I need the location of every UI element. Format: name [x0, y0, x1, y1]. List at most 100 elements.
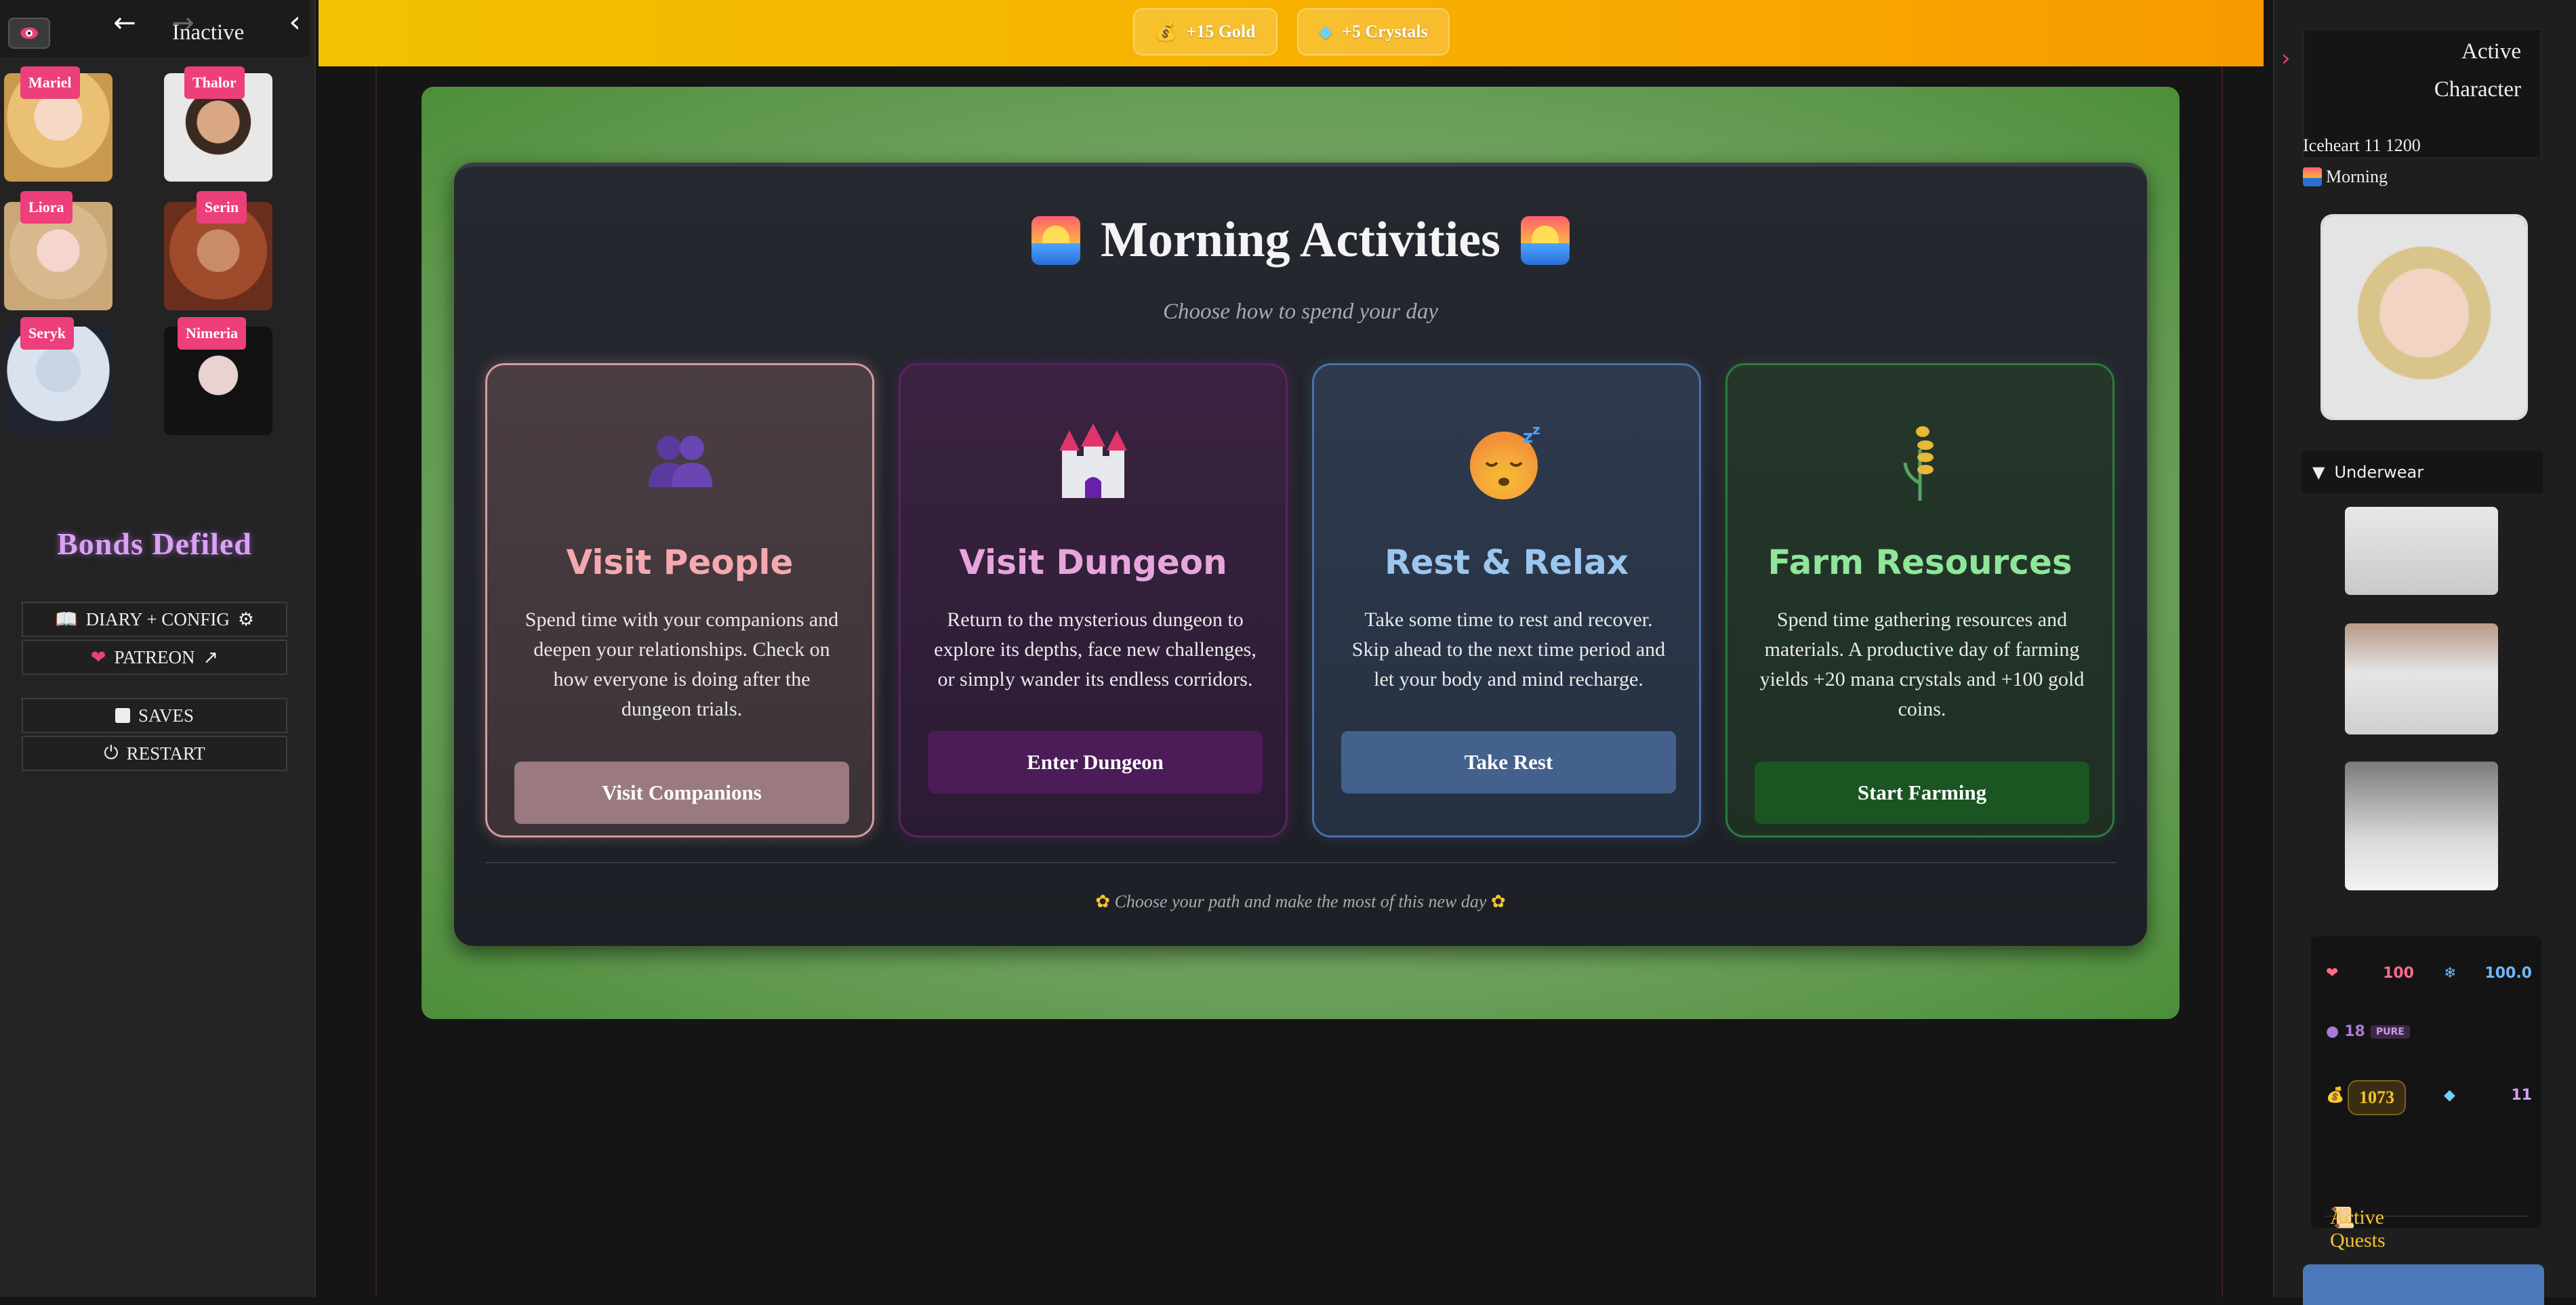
- card-title: Farm Resources: [1767, 543, 2072, 582]
- gold-reward-text: +15 Gold: [1186, 22, 1256, 41]
- saves-button[interactable]: SAVES: [22, 698, 287, 733]
- active-quests-section[interactable]: 📜 Active Quests: [2325, 1133, 2528, 1251]
- inactive-label: Inactive: [172, 20, 245, 45]
- briefs-item[interactable]: [2345, 623, 2498, 734]
- back-arrow-icon[interactable]: ←: [106, 5, 144, 41]
- reward-banner: 💰 +15 Gold ◆ +5 Crystals: [319, 0, 2264, 66]
- start-farming-button[interactable]: Start Farming: [1755, 762, 2089, 824]
- mana-stat: ❄ 100.0: [2444, 965, 2532, 982]
- sunrise-icon: [1031, 215, 1081, 265]
- crystal-reward-badge: ◆ +5 Crystals: [1297, 8, 1450, 56]
- time-of-day: Morning: [2303, 167, 2388, 187]
- purity-badge: PURE: [2370, 1024, 2410, 1039]
- card-description: Take some time to rest and recover. Skip…: [1351, 608, 1666, 690]
- panel-subtitle: Choose how to spend your day: [1162, 299, 1439, 324]
- bra-item[interactable]: [2345, 507, 2498, 595]
- card-title: Rest & Relax: [1384, 543, 1629, 582]
- diary-config-button[interactable]: 📖 DIARY + CONFIG ⚙: [22, 602, 287, 637]
- game-title: Bonds Defiled: [57, 526, 252, 561]
- mana-drops-icon: ❄: [2444, 965, 2457, 982]
- collapse-sidebar-icon[interactable]: ‹: [279, 3, 310, 41]
- dizzy-icon: ✿: [1490, 892, 1506, 912]
- gem-icon: ◆: [2444, 1087, 2455, 1104]
- farm-resources-card[interactable]: Farm Resources Spend time gathering reso…: [1725, 363, 2114, 837]
- svg-text:z: z: [1532, 422, 1540, 438]
- character-name: Seryk: [20, 317, 74, 350]
- crystals-value: 11: [2511, 1087, 2532, 1104]
- active-character-portrait[interactable]: [2321, 214, 2528, 420]
- purity-value: 18: [2344, 1023, 2365, 1040]
- card-title: Visit Dungeon: [959, 543, 1227, 582]
- patreon-button[interactable]: ❤ PATREON ↗: [22, 640, 287, 675]
- floppy-disk-icon: [115, 708, 130, 723]
- triangle-down-icon: ▼: [2312, 463, 2325, 482]
- health-value: 100: [2383, 965, 2414, 982]
- take-rest-button[interactable]: Take Rest: [1341, 731, 1676, 793]
- character-name: Nimeria: [178, 317, 246, 350]
- castle-icon: [901, 422, 1286, 503]
- bottom-action-button[interactable]: [2303, 1264, 2544, 1305]
- location-date: Iceheart 11 1200: [2303, 136, 2421, 155]
- right-sidebar: › Active Character Iceheart 11 1200 Morn…: [2273, 0, 2576, 1305]
- visit-people-card[interactable]: Visit People Spend time with your compan…: [485, 363, 874, 837]
- card-description: Spend time with your companions and deep…: [525, 608, 839, 720]
- crystal-reward-text: +5 Crystals: [1342, 22, 1428, 41]
- svg-text:z: z: [1523, 427, 1533, 447]
- mana-value: 100.0: [2485, 965, 2532, 982]
- divider: [375, 66, 377, 1297]
- gold-value: 1073: [2348, 1080, 2406, 1115]
- underwear-label: Underwear: [2334, 463, 2424, 482]
- left-topbar: ← → Inactive ‹: [0, 0, 309, 57]
- rest-relax-card[interactable]: z z Rest & Relax Take some time to rest …: [1312, 363, 1701, 837]
- visit-dungeon-card[interactable]: Visit Dungeon Return to the mysterious d…: [899, 363, 1288, 837]
- panel-footer: ✿ Choose your path and make the most of …: [454, 892, 2147, 912]
- socks-item[interactable]: [2345, 762, 2498, 890]
- enter-dungeon-button[interactable]: Enter Dungeon: [928, 731, 1263, 793]
- character-name: Thalor: [184, 66, 245, 99]
- underwear-section-header[interactable]: ▼ Underwear: [2302, 451, 2543, 493]
- active-character-line1: Active: [2461, 39, 2521, 64]
- activities-panel: Morning Activities Choose how to spend y…: [454, 163, 2147, 946]
- diary-config-label: DIARY + CONFIG: [85, 608, 230, 629]
- left-sidebar: ← → Inactive ‹ Mariel Thalor Liora Serin…: [0, 0, 316, 1297]
- portrait-image: [2323, 216, 2526, 418]
- time-of-day-label: Morning: [2326, 167, 2388, 186]
- book-icon: 📖: [54, 609, 78, 630]
- gem-icon: ◆: [1319, 22, 1332, 42]
- wheat-icon: [1727, 422, 2112, 503]
- eye-icon: [20, 27, 38, 39]
- card-description: Return to the mysterious dungeon to expl…: [934, 608, 1256, 690]
- active-character-line2: Character: [2434, 77, 2521, 102]
- money-bag-icon: 💰: [1155, 22, 1177, 42]
- people-icon: [487, 422, 872, 503]
- gear-icon: ⚙: [237, 608, 255, 630]
- gold-reward-badge: 💰 +15 Gold: [1133, 8, 1277, 56]
- card-description: Spend time gathering resources and mater…: [1759, 608, 2085, 720]
- sunrise-icon: [2303, 167, 2322, 186]
- stats-panel: ❤ 100 ❄ 100.0 ● 18 PURE 💰 1073 ◆ 11 📜 Ac…: [2311, 936, 2541, 1251]
- card-title: Visit People: [566, 543, 794, 582]
- panel-footer-text: Choose your path and make the most of th…: [1114, 892, 1487, 911]
- purity-stat: ● 18 PURE: [2326, 1023, 2410, 1040]
- heart-icon: ❤: [2326, 965, 2339, 982]
- restart-button[interactable]: ⏻ RESTART: [22, 736, 287, 771]
- panel-title-text: Morning Activities: [1101, 212, 1500, 268]
- visit-companions-button[interactable]: Visit Companions: [514, 762, 849, 824]
- external-link-icon: ↗: [203, 646, 219, 668]
- money-bag-icon: 💰: [2326, 1087, 2345, 1104]
- sunrise-icon: [1520, 215, 1570, 265]
- dizzy-icon: ✿: [1095, 892, 1111, 912]
- power-icon: ⏻: [104, 743, 119, 764]
- restart-label: RESTART: [126, 743, 205, 764]
- character-name: Mariel: [20, 66, 80, 99]
- character-name: Serin: [197, 191, 247, 224]
- crystals-stat: ◆ 11: [2444, 1087, 2532, 1104]
- purple-orb-icon: ●: [2326, 1023, 2339, 1040]
- heart-icon: ❤: [90, 646, 106, 668]
- divider: [485, 862, 2116, 863]
- visibility-toggle-button[interactable]: [8, 18, 50, 49]
- divider: [2222, 66, 2223, 1297]
- expand-sidebar-icon[interactable]: ›: [2281, 45, 2291, 72]
- character-name: Liora: [20, 191, 73, 224]
- active-quests-text: Active Quests: [2330, 1206, 2386, 1251]
